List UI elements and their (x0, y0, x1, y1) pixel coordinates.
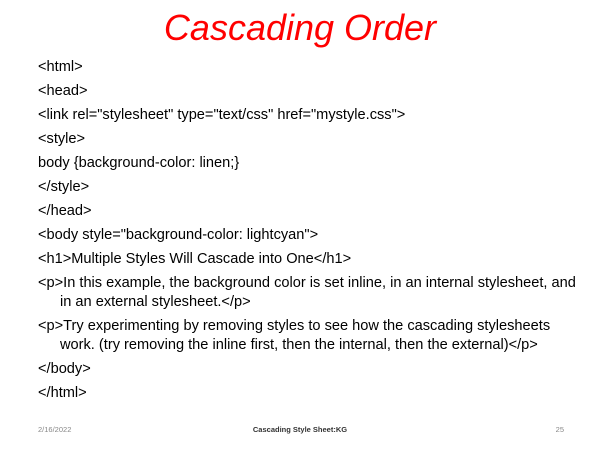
code-line: <p>Try experimenting by removing styles … (38, 318, 551, 353)
code-line: </head> (38, 203, 92, 219)
code-line: </body> (38, 361, 91, 377)
code-line: </style> (38, 179, 90, 195)
code-line: <html> (38, 59, 83, 75)
code-line: </html> (38, 385, 87, 401)
code-line: <head> (38, 83, 88, 99)
code-line: <h1>Multiple Styles Will Cascade into On… (38, 251, 352, 267)
slide-title: Cascading Order (163, 7, 437, 48)
page-number: 25 (555, 425, 564, 434)
code-line: <body style="background-color: lightcyan… (38, 227, 319, 243)
code-line: body {background-color: linen;} (38, 155, 240, 171)
code-listing: <html> <head> <link rel="stylesheet" typ… (38, 58, 586, 408)
footer-title: Cascading Style Sheet:KG (252, 425, 348, 434)
code-line: <p>In this example, the background color… (38, 275, 576, 310)
code-line: <link rel="stylesheet" type="text/css" h… (38, 107, 406, 123)
code-line: <style> (38, 131, 86, 147)
